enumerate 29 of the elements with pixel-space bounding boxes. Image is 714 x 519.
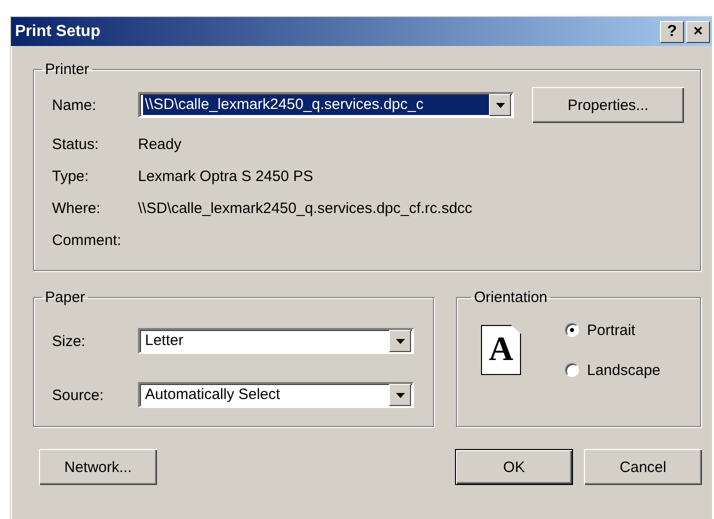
dialog-button[interactable]: OK bbox=[455, 449, 573, 485]
close-button[interactable]: × bbox=[686, 20, 710, 42]
field-value: Ready bbox=[138, 136, 182, 152]
page-preview-icon: A bbox=[481, 325, 521, 375]
properties-button[interactable]: Properties... bbox=[532, 87, 684, 123]
field-value: Lexmark Optra S 2450 PS bbox=[138, 168, 314, 184]
dialog-button[interactable]: Network... bbox=[39, 449, 157, 485]
field-label: Status: bbox=[52, 136, 100, 152]
field-label: Where: bbox=[52, 200, 102, 216]
window-title: Print Setup bbox=[15, 22, 100, 40]
paper-dropdown[interactable]: Letter bbox=[138, 328, 414, 354]
dropdown-arrow-icon bbox=[396, 338, 404, 344]
group-label: Paper bbox=[44, 289, 86, 306]
printer-name-dropdown[interactable]: \\SD\calle_lexmark2450_q.services.dpc_c bbox=[138, 92, 514, 118]
field-label: Size: bbox=[52, 332, 86, 350]
paper-dropdown[interactable]: Automatically Select bbox=[138, 382, 414, 408]
field-label: Comment: bbox=[52, 232, 122, 248]
orientation-radio[interactable]: Portrait bbox=[565, 310, 660, 350]
dialog-button[interactable]: Cancel bbox=[584, 449, 702, 485]
field-label: Name: bbox=[52, 96, 98, 114]
field-value: \\SD\calle_lexmark2450_q.services.dpc_cf.rc.sdcc bbox=[138, 200, 472, 216]
field-label: Type: bbox=[52, 168, 90, 184]
group-label: Orientation bbox=[473, 289, 548, 306]
field-label: Source: bbox=[52, 386, 105, 404]
dropdown-arrow-icon bbox=[496, 102, 504, 108]
orientation-radio[interactable]: Landscape bbox=[565, 350, 660, 390]
help-button[interactable]: ? bbox=[660, 20, 684, 42]
dropdown-arrow-icon bbox=[396, 392, 404, 398]
group-label: Printer bbox=[44, 61, 90, 78]
